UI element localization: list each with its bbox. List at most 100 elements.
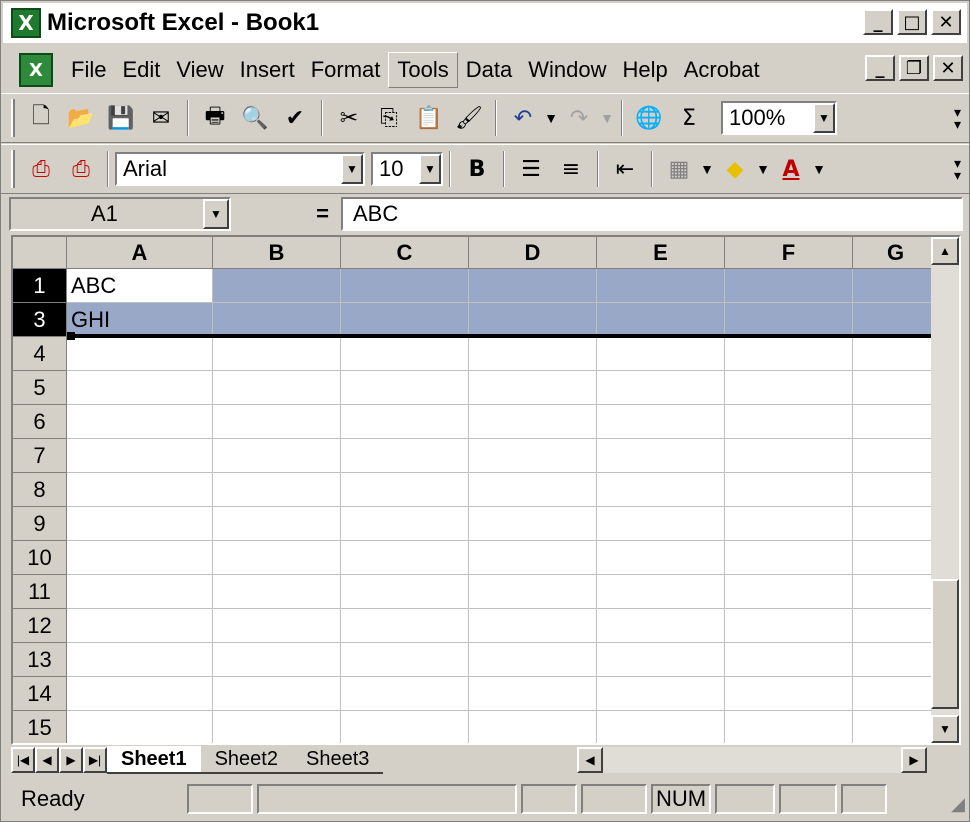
save-icon[interactable]: 💾: [101, 98, 141, 138]
cell-a12[interactable]: [67, 609, 213, 643]
cell-e5[interactable]: [597, 371, 725, 405]
cell-e9[interactable]: [597, 507, 725, 541]
row-header-4[interactable]: 4: [13, 337, 67, 371]
cell-f11[interactable]: [725, 575, 853, 609]
scroll-left-icon[interactable]: ◀: [577, 747, 603, 773]
cell-b4[interactable]: [213, 337, 341, 371]
toolbar-options-icon[interactable]: ▾ ▾: [954, 156, 961, 182]
cell-a8[interactable]: [67, 473, 213, 507]
column-header-b[interactable]: B: [213, 237, 341, 269]
cell-g6[interactable]: [853, 405, 939, 439]
doc-restore-button[interactable]: ❐: [899, 55, 929, 81]
cell-d8[interactable]: [469, 473, 597, 507]
font-color-icon[interactable]: A: [771, 149, 811, 189]
cell-b11[interactable]: [213, 575, 341, 609]
cell-b5[interactable]: [213, 371, 341, 405]
cell-f5[interactable]: [725, 371, 853, 405]
cell-g14[interactable]: [853, 677, 939, 711]
cell-f12[interactable]: [725, 609, 853, 643]
resize-grip-icon[interactable]: ◢: [951, 794, 965, 815]
cell-f15[interactable]: [725, 711, 853, 743]
cell-a4[interactable]: [67, 337, 213, 371]
workbook-icon[interactable]: X: [19, 53, 53, 87]
vertical-scrollbar[interactable]: ▲ ▼: [931, 237, 959, 743]
cell-f10[interactable]: [725, 541, 853, 575]
cell-g7[interactable]: [853, 439, 939, 473]
cell-a14[interactable]: [67, 677, 213, 711]
cell-e1[interactable]: [597, 269, 725, 303]
cell-b15[interactable]: [213, 711, 341, 743]
cell-d1[interactable]: [469, 269, 597, 303]
cell-f13[interactable]: [725, 643, 853, 677]
row-header-9[interactable]: 9: [13, 507, 67, 541]
pdf-email-icon[interactable]: ⎙: [61, 149, 101, 189]
cell-e4[interactable]: [597, 337, 725, 371]
row-header-6[interactable]: 6: [13, 405, 67, 439]
spelling-icon[interactable]: ✔: [275, 98, 315, 138]
cell-f6[interactable]: [725, 405, 853, 439]
menu-insert[interactable]: Insert: [232, 53, 303, 87]
toolbar-grip[interactable]: [11, 150, 15, 188]
cell-b9[interactable]: [213, 507, 341, 541]
row-header-11[interactable]: 11: [13, 575, 67, 609]
cell-b7[interactable]: [213, 439, 341, 473]
cell-c1[interactable]: [341, 269, 469, 303]
cell-b6[interactable]: [213, 405, 341, 439]
chevron-down-icon[interactable]: ▼: [813, 103, 835, 133]
row-header-14[interactable]: 14: [13, 677, 67, 711]
cell-c15[interactable]: [341, 711, 469, 743]
row-header-12[interactable]: 12: [13, 609, 67, 643]
cell-f7[interactable]: [725, 439, 853, 473]
undo-icon[interactable]: ↶: [503, 98, 543, 138]
cell-f4[interactable]: [725, 337, 853, 371]
redo-dropdown-icon[interactable]: ▼: [599, 110, 615, 126]
name-box[interactable]: A1 ▼: [9, 197, 231, 231]
row-header-15[interactable]: 15: [13, 711, 67, 743]
cell-e14[interactable]: [597, 677, 725, 711]
first-sheet-icon[interactable]: |◀: [11, 747, 35, 773]
cell-e10[interactable]: [597, 541, 725, 575]
cell-e11[interactable]: [597, 575, 725, 609]
cell-g15[interactable]: [853, 711, 939, 743]
row-header-3[interactable]: 3: [13, 303, 67, 337]
menu-data[interactable]: Data: [458, 53, 520, 87]
fill-color-icon[interactable]: ◆: [715, 149, 755, 189]
pdf-convert-icon[interactable]: ⎙: [21, 149, 61, 189]
cell-g1[interactable]: [853, 269, 939, 303]
chevron-down-icon[interactable]: ▼: [341, 154, 363, 184]
row-header-5[interactable]: 5: [13, 371, 67, 405]
cell-c12[interactable]: [341, 609, 469, 643]
maximize-button[interactable]: □: [897, 9, 927, 35]
cell-f8[interactable]: [725, 473, 853, 507]
tab-sheet3[interactable]: Sheet3: [291, 746, 384, 774]
fill-color-dropdown-icon[interactable]: ▼: [755, 161, 771, 177]
cell-d14[interactable]: [469, 677, 597, 711]
cell-c13[interactable]: [341, 643, 469, 677]
cell-f9[interactable]: [725, 507, 853, 541]
cell-g10[interactable]: [853, 541, 939, 575]
cell-d12[interactable]: [469, 609, 597, 643]
formula-input[interactable]: ABC: [341, 197, 963, 231]
menu-edit[interactable]: Edit: [114, 53, 168, 87]
cell-d13[interactable]: [469, 643, 597, 677]
menu-help[interactable]: Help: [614, 53, 675, 87]
align-center-icon[interactable]: ≡: [551, 149, 591, 189]
cell-g12[interactable]: [853, 609, 939, 643]
doc-minimize-button[interactable]: _: [865, 55, 895, 81]
font-name-combo[interactable]: Arial ▼: [115, 152, 365, 186]
cell-c8[interactable]: [341, 473, 469, 507]
cell-d4[interactable]: [469, 337, 597, 371]
cut-icon[interactable]: ✂: [329, 98, 369, 138]
cell-f3[interactable]: [725, 303, 853, 337]
minimize-button[interactable]: _: [863, 9, 893, 35]
cell-c4[interactable]: [341, 337, 469, 371]
vertical-scroll-thumb[interactable]: [931, 579, 959, 709]
cell-c5[interactable]: [341, 371, 469, 405]
cell-e15[interactable]: [597, 711, 725, 743]
row-header-13[interactable]: 13: [13, 643, 67, 677]
cell-b13[interactable]: [213, 643, 341, 677]
cell-a13[interactable]: [67, 643, 213, 677]
column-header-c[interactable]: C: [341, 237, 469, 269]
cell-a11[interactable]: [67, 575, 213, 609]
scroll-up-icon[interactable]: ▲: [931, 237, 959, 265]
